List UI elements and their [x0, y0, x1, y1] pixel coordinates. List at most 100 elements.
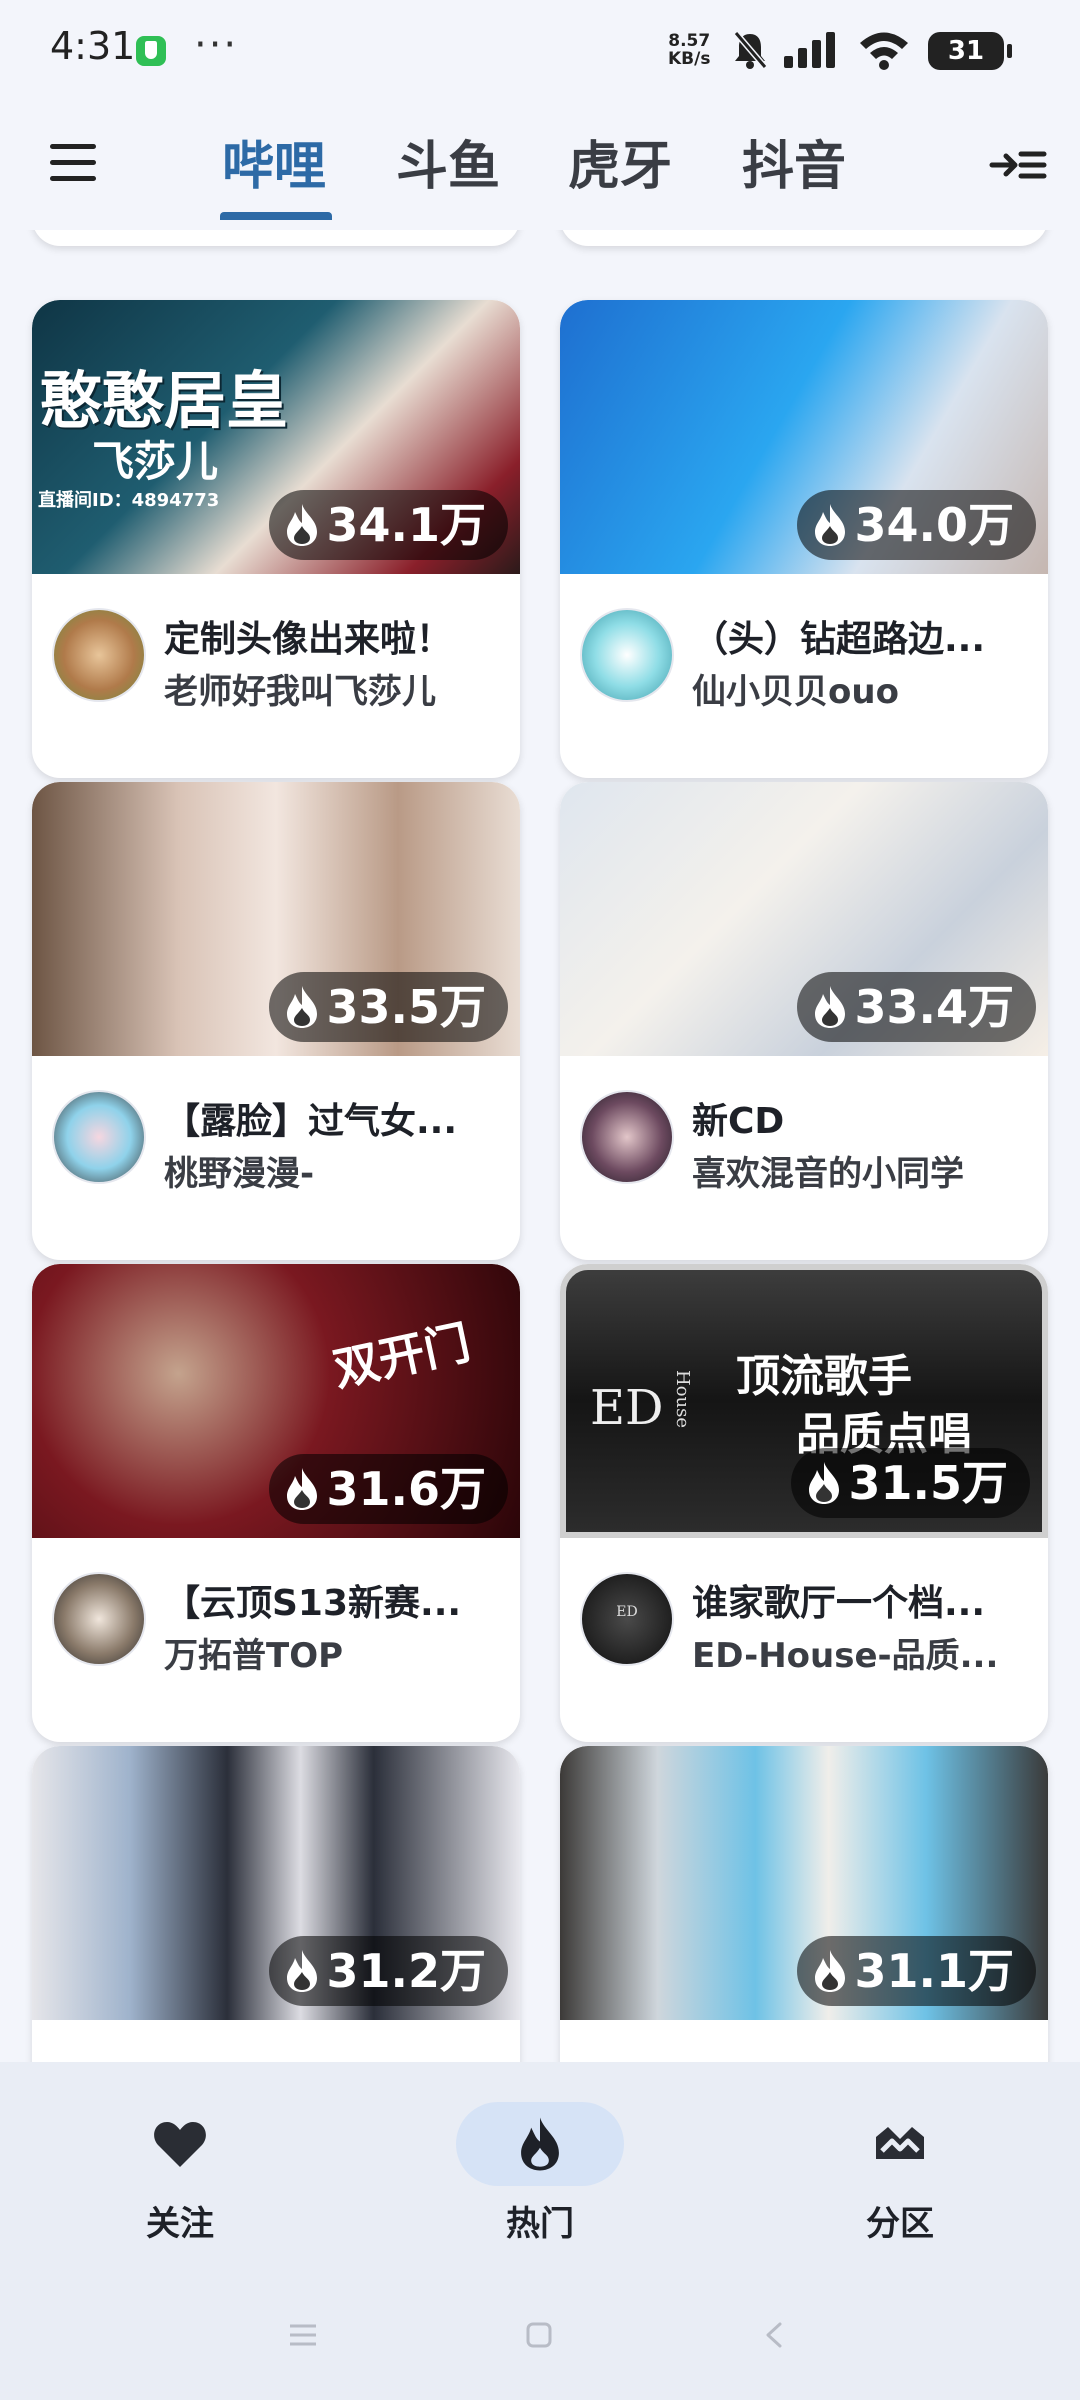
flame-icon — [286, 986, 317, 1028]
avatar — [52, 1090, 146, 1184]
flame-icon — [808, 1462, 839, 1504]
live-card[interactable]: ED House 顶流歌手 品质点唱 31.5万 ED 谁家歌厅一个档... E… — [560, 1264, 1048, 1742]
avatar — [580, 608, 674, 702]
status-bar: 4:31 ··· 8.57 KB/s 31 — [0, 0, 1080, 100]
recent-apps-icon[interactable] — [286, 2320, 320, 2350]
view-count: 31.6万 — [326, 1462, 487, 1516]
streamer-name: 喜欢混音的小同学 — [692, 1154, 964, 1194]
back-icon[interactable] — [762, 2320, 786, 2350]
avatar: ED — [580, 1572, 674, 1666]
view-count-badge: 34.1万 — [268, 490, 508, 560]
category-icon — [876, 2127, 924, 2159]
room-title: （头）钻超路边... — [692, 619, 986, 660]
live-thumbnail: ED House 顶流歌手 品质点唱 31.5万 — [560, 1264, 1048, 1538]
live-card[interactable]: 31.1万 — [560, 1746, 1048, 2062]
view-count: 33.4万 — [854, 980, 1015, 1034]
thumbnail-title-text: 双开门 — [328, 1315, 475, 1397]
avatar — [52, 1572, 146, 1666]
collapse-list-icon[interactable] — [988, 140, 1048, 190]
view-count-badge: 31.1万 — [796, 1936, 1036, 2006]
nav-follow[interactable]: 关注 — [70, 2102, 290, 2245]
streamer-name: ED-House-品质... — [692, 1636, 999, 1676]
tab-douyin[interactable]: 抖音 — [742, 124, 846, 199]
live-thumbnail: 33.4万 — [560, 782, 1048, 1056]
cellular-signal-icon — [784, 32, 835, 68]
security-shield-icon — [136, 36, 166, 66]
menu-icon[interactable] — [46, 136, 100, 190]
view-count: 34.0万 — [854, 498, 1015, 552]
flame-icon — [814, 1950, 845, 1992]
nav-category-label: 分区 — [866, 2204, 934, 2244]
flame-icon — [521, 2117, 559, 2171]
live-thumbnail: 34.0万 — [560, 300, 1048, 574]
room-title: 新CD — [692, 1101, 785, 1142]
tab-bilibili[interactable]: 哔哩 — [222, 124, 326, 199]
mute-bell-icon — [733, 31, 768, 69]
streamer-name: 桃野漫漫- — [164, 1154, 315, 1194]
view-count-badge: 34.0万 — [796, 490, 1036, 560]
live-thumbnail: 憨憨居皇 飞莎儿 直播间ID：4894773 34.1万 — [32, 300, 520, 574]
live-card[interactable] — [32, 230, 520, 246]
network-speed: 8.57 KB/s — [668, 32, 710, 68]
view-count-badge: 33.5万 — [268, 972, 508, 1042]
active-tab-indicator — [220, 212, 332, 220]
thumbnail-subtitle-text: 飞莎儿 — [92, 437, 219, 486]
live-card[interactable]: 33.4万 新CD 喜欢混音的小同学 — [560, 782, 1048, 1260]
thumbnail-title-text: 顶流歌手 — [736, 1351, 912, 1402]
home-icon[interactable] — [524, 2320, 554, 2350]
wifi-icon — [860, 32, 908, 70]
live-card[interactable] — [560, 230, 1048, 246]
top-navigation: 哔哩 斗鱼 虎牙 抖音 — [0, 100, 1080, 230]
view-count-badge: 31.2万 — [268, 1936, 508, 2006]
flame-icon — [286, 1468, 317, 1510]
room-title: 【云顶S13新赛... — [164, 1583, 462, 1624]
battery-indicator: 31 — [928, 32, 1012, 70]
flame-icon — [814, 986, 845, 1028]
status-more-indicator: ··· — [194, 22, 239, 68]
live-card[interactable]: 31.2万 — [32, 1746, 520, 2062]
nav-category[interactable]: 分区 — [790, 2102, 1010, 2245]
view-count: 34.1万 — [326, 498, 487, 552]
nav-follow-label: 关注 — [146, 2204, 214, 2244]
streamer-name: 万拓普TOP — [164, 1636, 344, 1676]
flame-icon — [286, 1950, 317, 1992]
view-count: 31.5万 — [848, 1456, 1009, 1510]
live-room-grid: 憨憨居皇 飞莎儿 直播间ID：4894773 34.1万 定制头像出来啦！ 老师… — [0, 230, 1080, 2062]
avatar — [52, 608, 146, 702]
thumbnail-room-id: 直播间ID：4894773 — [38, 490, 220, 511]
nav-hot[interactable]: 热门 — [430, 2102, 650, 2245]
flame-icon — [814, 504, 845, 546]
network-speed-value: 8.57 — [668, 31, 711, 51]
avatar — [580, 1090, 674, 1184]
thumbnail-logo-subtext: House — [672, 1370, 693, 1429]
flame-icon — [286, 504, 317, 546]
live-thumbnail: 双开门 31.6万 — [32, 1264, 520, 1538]
view-count-badge: 31.5万 — [790, 1448, 1030, 1518]
nav-hot-label: 热门 — [506, 2204, 574, 2244]
view-count: 33.5万 — [326, 980, 487, 1034]
thumbnail-logo-text: ED — [590, 1380, 664, 1436]
view-count-badge: 33.4万 — [796, 972, 1036, 1042]
thumbnail-title-text: 憨憨居皇 — [40, 364, 289, 437]
live-thumbnail: 31.1万 — [560, 1746, 1048, 2020]
status-time: 4:31 — [50, 24, 136, 68]
view-count: 31.2万 — [326, 1944, 487, 1998]
live-thumbnail: 31.2万 — [32, 1746, 520, 2020]
view-count: 31.1万 — [854, 1944, 1015, 1998]
live-thumbnail: 33.5万 — [32, 782, 520, 1056]
tab-douyu[interactable]: 斗鱼 — [396, 124, 500, 199]
live-card[interactable]: 憨憨居皇 飞莎儿 直播间ID：4894773 34.1万 定制头像出来啦！ 老师… — [32, 300, 520, 778]
tab-huya[interactable]: 虎牙 — [568, 124, 672, 199]
room-title: 定制头像出来啦！ — [164, 619, 453, 660]
live-card[interactable]: 双开门 31.6万 【云顶S13新赛... 万拓普TOP — [32, 1264, 520, 1742]
live-card[interactable]: 33.5万 【露脸】过气女... 桃野漫漫- — [32, 782, 520, 1260]
avatar-logo-text: ED — [616, 1604, 638, 1620]
streamer-name: 老师好我叫飞莎儿 — [164, 672, 436, 712]
streamer-name: 仙小贝贝ouo — [692, 672, 899, 712]
live-card[interactable]: 34.0万 （头）钻超路边... 仙小贝贝ouo — [560, 300, 1048, 778]
network-speed-unit: KB/s — [668, 49, 711, 69]
heart-icon — [154, 2122, 206, 2167]
room-title: 【露脸】过气女... — [164, 1101, 458, 1142]
view-count-badge: 31.6万 — [268, 1454, 508, 1524]
room-title: 谁家歌厅一个档... — [692, 1583, 986, 1624]
